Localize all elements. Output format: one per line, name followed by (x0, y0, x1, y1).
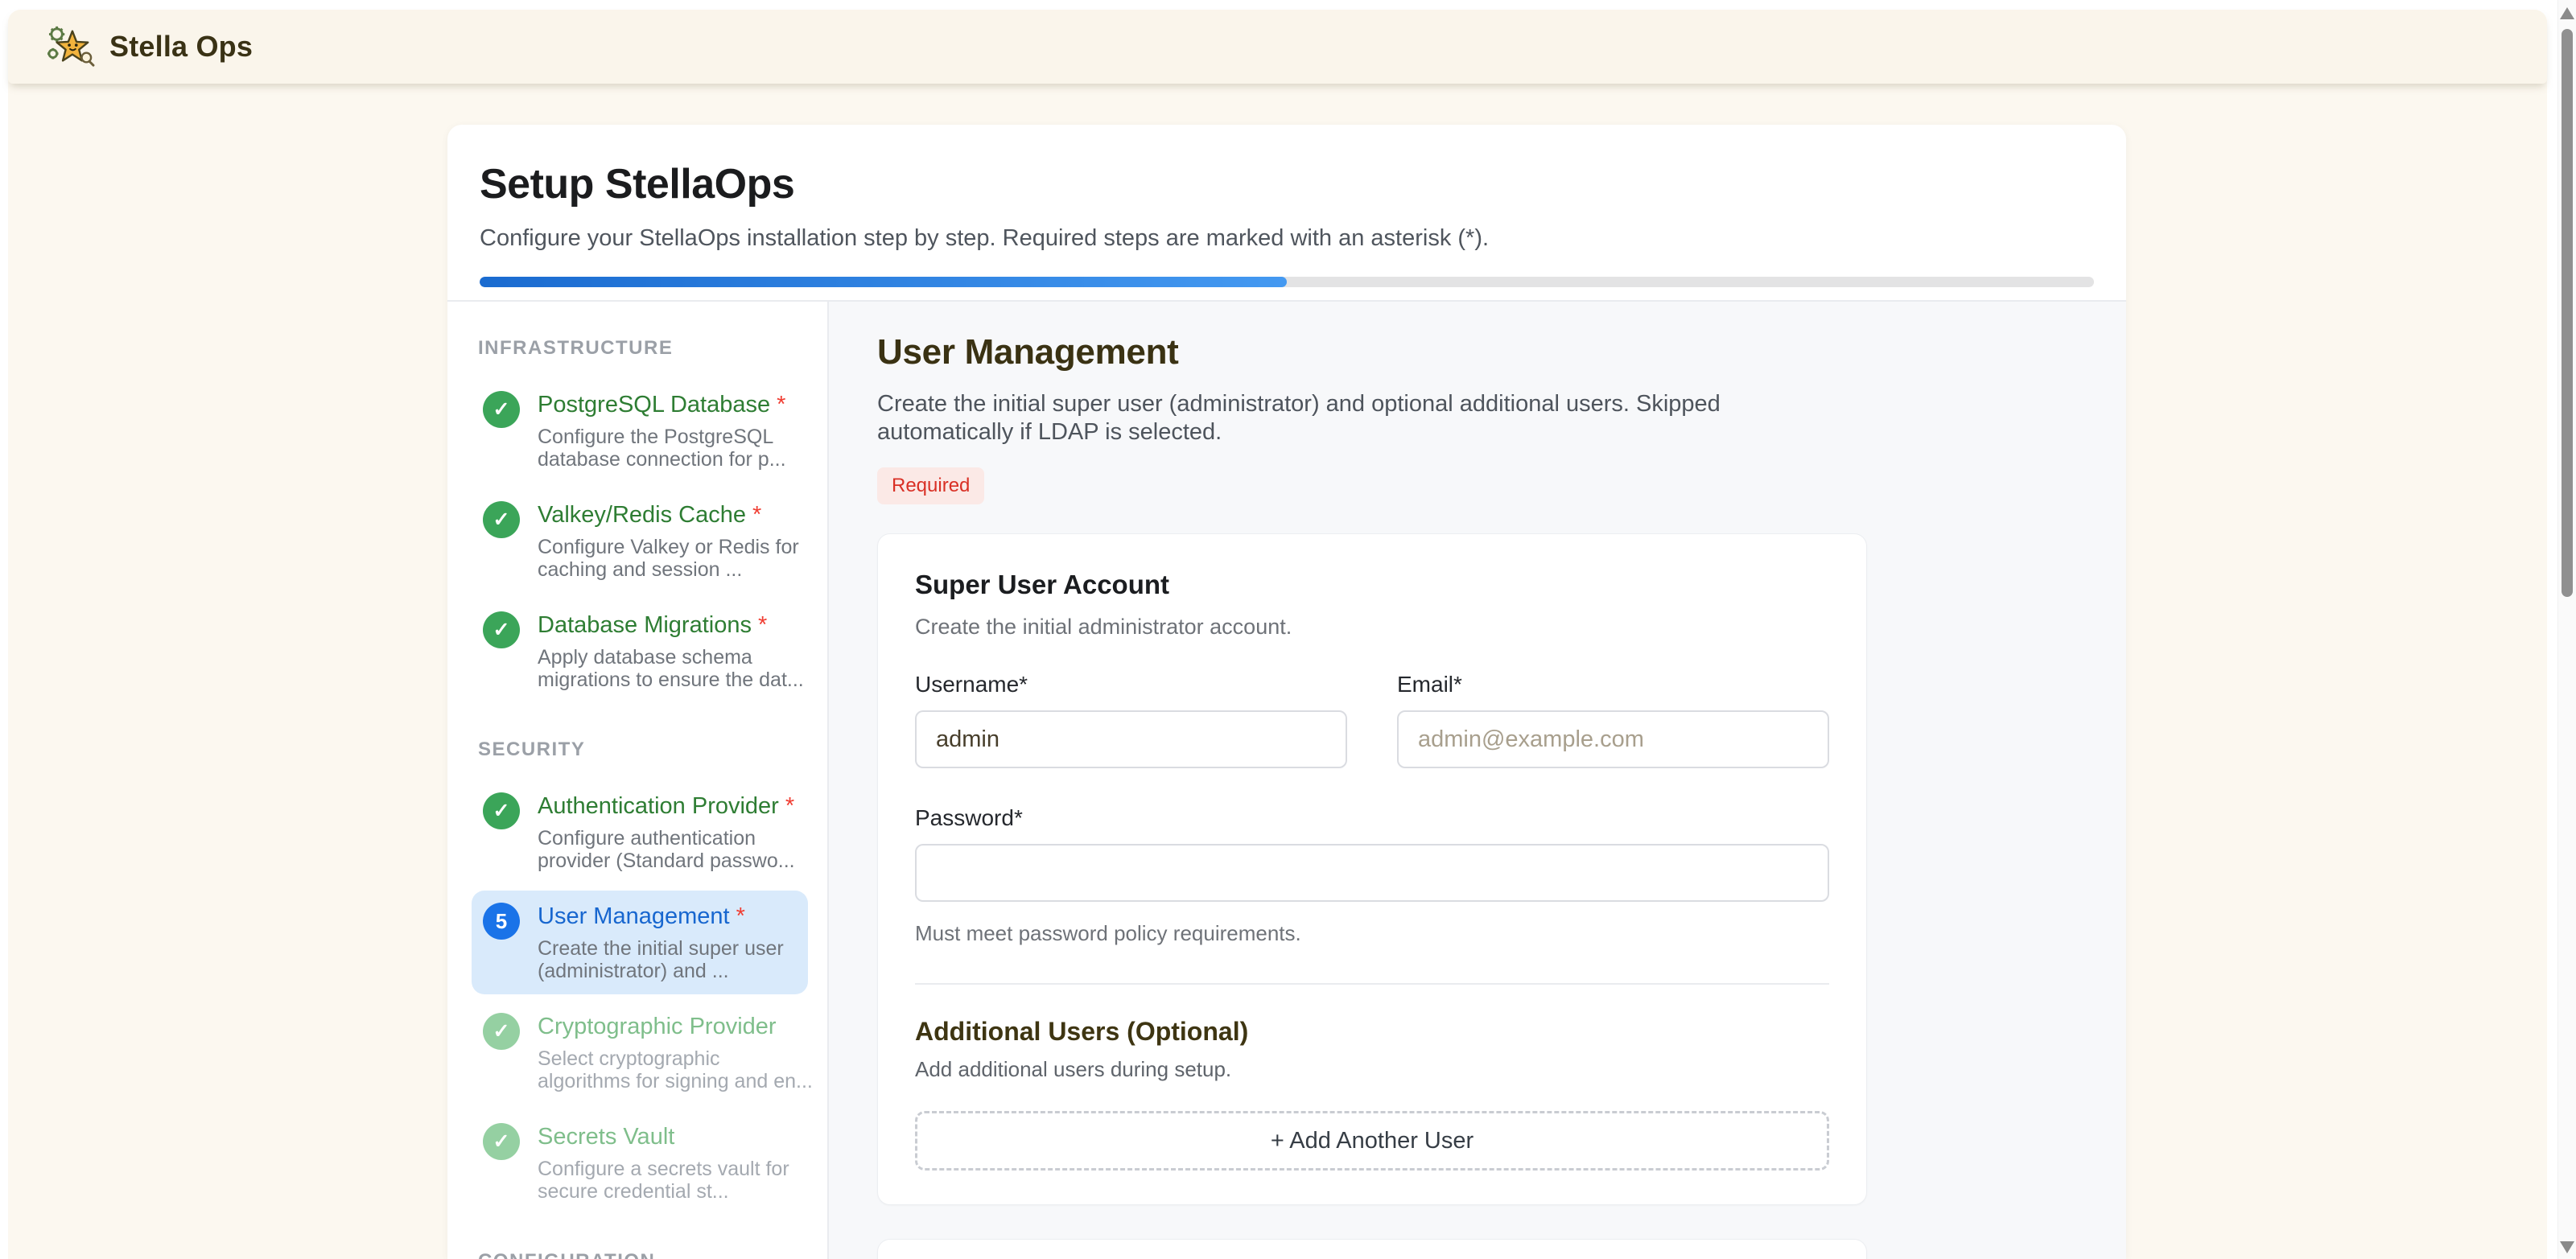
sidebar-item-user-management[interactable]: 5 User Management* Create the initial su… (472, 891, 808, 994)
check-circle-icon: ✓ (483, 792, 520, 829)
required-asterisk: * (785, 793, 794, 819)
page-subtitle: Configure your StellaOps installation st… (480, 225, 2094, 252)
check-circle-icon: ✓ (483, 611, 520, 648)
required-asterisk: * (736, 903, 745, 929)
section-divider (915, 983, 1829, 985)
step-description: Create the initial super user (administr… (538, 937, 816, 982)
add-another-user-button[interactable]: + Add Another User (915, 1111, 1829, 1171)
sidebar-section-infrastructure: INFRASTRUCTURE (478, 337, 808, 360)
email-label: Email* (1397, 672, 1829, 697)
username-input[interactable] (915, 710, 1347, 768)
password-helper-text: Must meet password policy requirements. (915, 921, 1829, 946)
check-circle-icon: ✓ (483, 501, 520, 538)
email-input[interactable] (1397, 710, 1829, 768)
scroll-down-arrow-icon[interactable] (2560, 1241, 2574, 1253)
stella-ops-logo-icon (47, 24, 95, 69)
additional-users-title: Additional Users (Optional) (915, 1017, 1829, 1047)
sidebar-section-configuration: CONFIGURATION (478, 1250, 808, 1259)
scroll-up-arrow-icon[interactable] (2560, 7, 2574, 19)
progress-fill (480, 277, 1287, 287)
step-title: User Management (538, 903, 730, 929)
sidebar-section-security: SECURITY (478, 739, 808, 761)
step-description: Apply database schema migrations to ensu… (538, 646, 816, 691)
sidebar-item-secrets-vault[interactable]: ✓ Secrets Vault Configure a secrets vaul… (472, 1111, 808, 1215)
password-label: Password* (915, 805, 1829, 831)
app-title: Stella Ops (109, 30, 253, 64)
sidebar-item-database-migrations[interactable]: ✓ Database Migrations* Apply database sc… (472, 599, 808, 703)
super-user-account-card: Super User Account Create the initial ad… (877, 533, 1867, 1205)
super-user-title: Super User Account (915, 570, 1829, 600)
check-circle-icon: ✓ (483, 391, 520, 428)
step-title: Secrets Vault (538, 1124, 674, 1150)
step-number-badge: 5 (483, 903, 520, 940)
super-user-subtitle: Create the initial administrator account… (915, 615, 1829, 640)
check-circle-icon: ✓ (483, 1123, 520, 1160)
step-description: Select cryptographic algorithms for sign… (538, 1047, 816, 1092)
sidebar-item-authentication-provider[interactable]: ✓ Authentication Provider* Configure aut… (472, 780, 808, 884)
scrollbar-thumb[interactable] (2562, 29, 2573, 597)
required-badge: Required (877, 467, 984, 504)
required-asterisk: * (758, 612, 767, 638)
step-description: Configure authentication provider (Stand… (538, 827, 816, 872)
step-heading-description: Create the initial super user (administr… (877, 390, 1819, 446)
step-description: Configure a secrets vault for secure cre… (538, 1158, 816, 1203)
setup-wizard-card: Setup StellaOps Configure your StellaOps… (447, 125, 2126, 1259)
step-title: Valkey/Redis Cache (538, 502, 746, 528)
step-heading: User Management (877, 332, 2078, 372)
step-title: Authentication Provider (538, 793, 779, 819)
step-title: Database Migrations (538, 612, 752, 638)
password-input[interactable] (915, 844, 1829, 902)
app-header: Stella Ops (8, 10, 2547, 84)
validation-checks-card: Validation Checks exists Check passed (877, 1239, 1867, 1259)
required-asterisk: * (752, 502, 761, 528)
step-title: Cryptographic Provider (538, 1014, 777, 1039)
step-title: PostgreSQL Database (538, 392, 770, 418)
sidebar-item-valkey-redis-cache[interactable]: ✓ Valkey/Redis Cache* Configure Valkey o… (472, 489, 808, 593)
additional-users-subtitle: Add additional users during setup. (915, 1057, 1829, 1082)
sidebar-item-cryptographic-provider[interactable]: ✓ Cryptographic Provider Select cryptogr… (472, 1001, 808, 1105)
username-label: Username* (915, 672, 1347, 697)
step-description: Configure the PostgreSQL database connec… (538, 426, 816, 471)
page-title: Setup StellaOps (480, 160, 2094, 208)
browser-scrollbar[interactable] (2557, 0, 2576, 1259)
app-surface: Stella Ops Setup StellaOps Configure you… (8, 10, 2547, 1259)
check-circle-icon: ✓ (483, 1013, 520, 1050)
required-asterisk: * (777, 392, 785, 418)
steps-sidebar: INFRASTRUCTURE ✓ PostgreSQL Database * Co… (447, 302, 829, 1259)
step-content-pane: User Management Create the initial super… (829, 302, 2126, 1259)
sidebar-item-postgresql-database[interactable]: ✓ PostgreSQL Database* Configure the Pos… (472, 379, 808, 483)
step-description: Configure Valkey or Redis for caching an… (538, 536, 816, 581)
wizard-header: Setup StellaOps Configure your StellaOps… (447, 125, 2126, 302)
setup-progress-bar (480, 277, 2094, 287)
